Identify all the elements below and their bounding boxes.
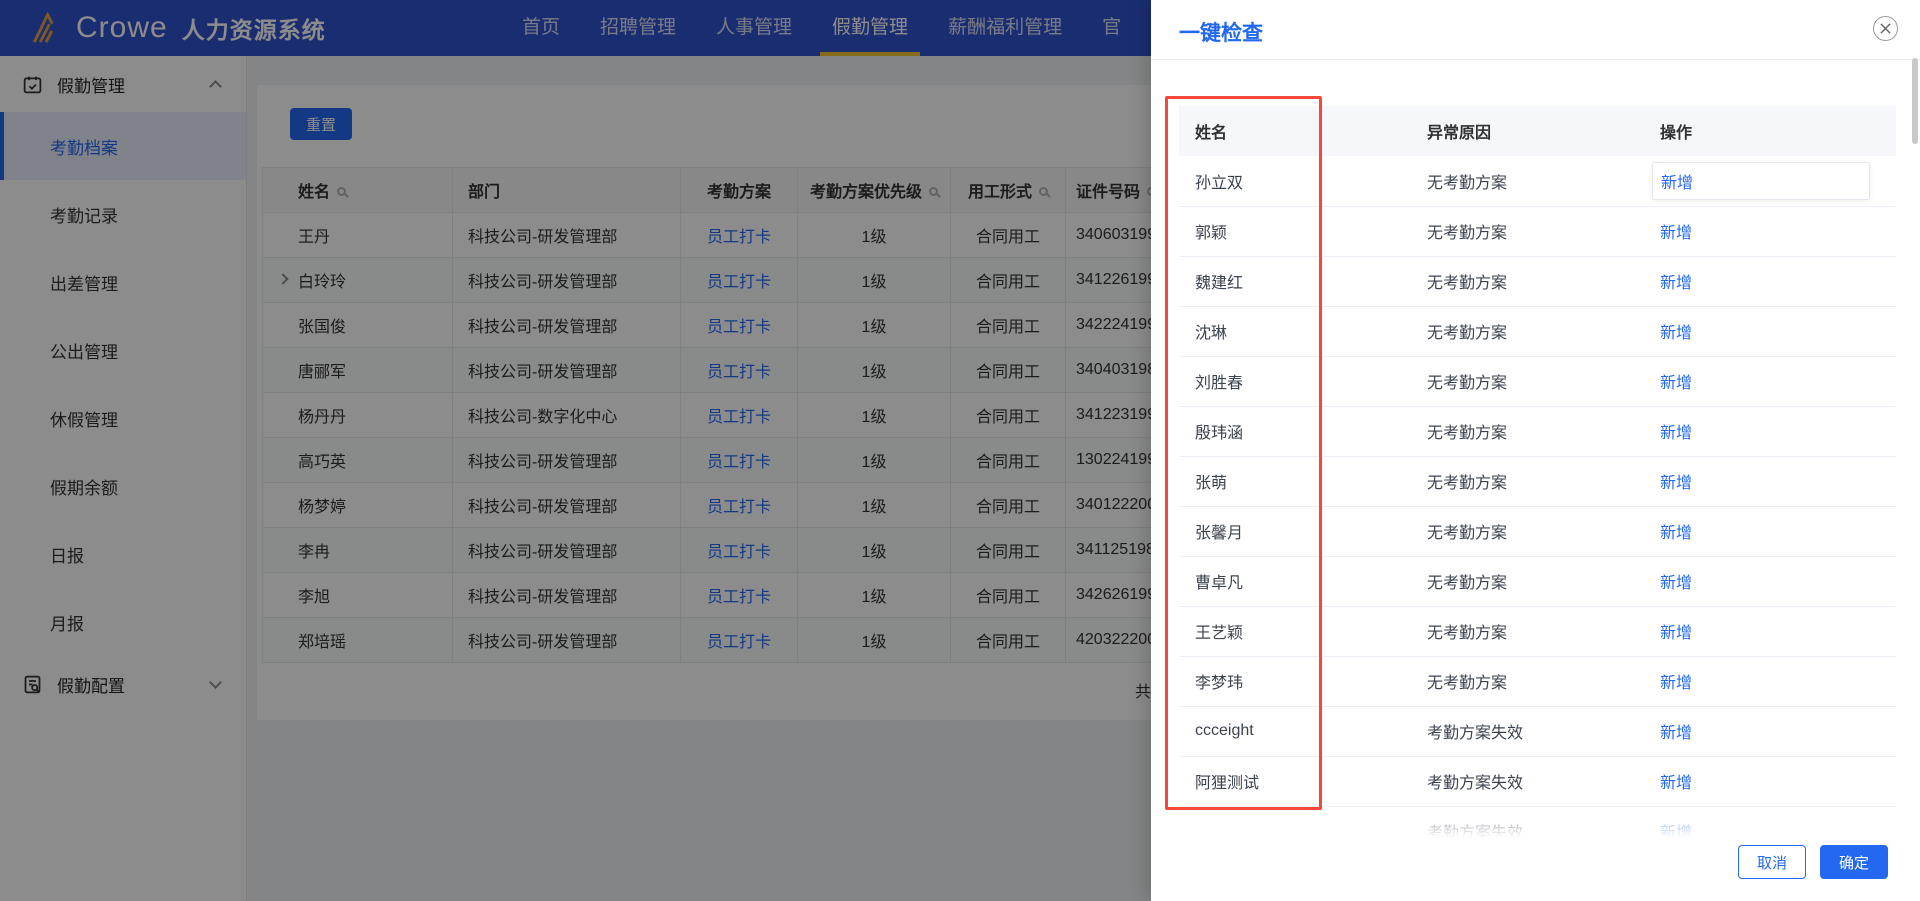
cell-reason: 无考勤方案 (1411, 306, 1644, 357)
cell-name: 张馨月 (1179, 506, 1411, 557)
anomaly-row: 王艺颖 无考勤方案 新增 (1179, 606, 1896, 657)
app-root: Crowe 人力资源系统 首页 招聘管理 人事管理 假勤管理 薪酬福利管理官 假勤管理 … (0, 0, 1920, 901)
cell-name: 曹卓凡 (1179, 556, 1411, 607)
cell-action: 新增 (1644, 606, 1896, 657)
cell-action: 新增 (1644, 306, 1896, 357)
anomaly-table: 姓名 异常原因 操作 孙立双 无考勤方案 新增 郭颖 无考勤方案 新增 魏建红 无考勤方案 新增 沈琳… (1179, 106, 1896, 857)
add-plan-link[interactable]: 新增 (1660, 475, 1692, 492)
drawer-title: 一键检查 (1179, 22, 1263, 45)
anomaly-row: ccceight 考勤方案失效 新增 (1179, 706, 1896, 757)
add-plan-link[interactable]: 新增 (1660, 525, 1692, 542)
anomaly-column-header-1: 异常原因 (1411, 106, 1644, 156)
add-plan-link[interactable]: 新增 (1660, 775, 1692, 792)
anomaly-row: 张萌 无考勤方案 新增 (1179, 456, 1896, 507)
anomaly-row: 魏建红 无考勤方案 新增 (1179, 256, 1896, 307)
cell-reason: 无考勤方案 (1411, 256, 1644, 307)
cell-reason: 无考勤方案 (1411, 356, 1644, 407)
cell-reason: 无考勤方案 (1411, 606, 1644, 657)
cell-reason: 考勤方案失效 (1411, 756, 1644, 807)
cell-name: 魏建红 (1179, 256, 1411, 307)
anomaly-table-body: 孙立双 无考勤方案 新增 郭颖 无考勤方案 新增 魏建红 无考勤方案 新增 沈琳 无考勤方案 新增 刘胜… (1179, 156, 1896, 857)
add-plan-link[interactable]: 新增 (1660, 725, 1692, 742)
cell-name: 阿狸测试 (1179, 756, 1411, 807)
cell-reason: 无考勤方案 (1411, 156, 1644, 207)
cell-action: 新增 (1644, 456, 1896, 507)
cell-action: 新增 (1644, 406, 1896, 457)
anomaly-header-row: 姓名 异常原因 操作 (1179, 106, 1896, 156)
add-plan-link[interactable]: 新增 (1661, 169, 1693, 193)
add-plan-link[interactable]: 新增 (1660, 325, 1692, 342)
anomaly-row: 张馨月 无考勤方案 新增 (1179, 506, 1896, 557)
anomaly-row: 曹卓凡 无考勤方案 新增 (1179, 556, 1896, 607)
drawer-header: 一键检查 (1151, 0, 1920, 60)
confirm-button[interactable]: 确定 (1820, 845, 1888, 879)
cell-name: 殷玮涵 (1179, 406, 1411, 457)
cell-reason: 无考勤方案 (1411, 456, 1644, 507)
one-click-check-drawer: 一键检查 姓名 异常原因 操作 孙立双 无考勤方案 新增 郭颖 无考勤方案 新增 魏建红 无考勤方… (1151, 0, 1920, 901)
cell-name: 刘胜春 (1179, 356, 1411, 407)
add-plan-link[interactable]: 新增 (1660, 425, 1692, 442)
cell-name: 孙立双 (1179, 156, 1411, 207)
cell-reason: 无考勤方案 (1411, 656, 1644, 707)
add-plan-link[interactable]: 新增 (1660, 275, 1692, 292)
drawer-footer: 取消 确定 (1151, 838, 1920, 901)
anomaly-row: 沈琳 无考勤方案 新增 (1179, 306, 1896, 357)
anomaly-row: 孙立双 无考勤方案 新增 (1179, 156, 1896, 207)
cell-name: 李梦玮 (1179, 656, 1411, 707)
anomaly-row: 阿狸测试 考勤方案失效 新增 (1179, 756, 1896, 807)
anomaly-row: 李梦玮 无考勤方案 新增 (1179, 656, 1896, 707)
close-icon[interactable] (1873, 16, 1898, 41)
cell-name: 沈琳 (1179, 306, 1411, 357)
cell-name: 郭颖 (1179, 206, 1411, 257)
cell-reason: 考勤方案失效 (1411, 706, 1644, 757)
cell-action: 新增 (1644, 206, 1896, 257)
scrollbar-thumb[interactable] (1912, 58, 1918, 144)
cancel-button[interactable]: 取消 (1738, 845, 1806, 879)
add-plan-link[interactable]: 新增 (1660, 625, 1692, 642)
highlighted-action-box: 新增 (1652, 161, 1870, 200)
cell-name: 王艺颖 (1179, 606, 1411, 657)
cell-name: ccceight (1179, 706, 1411, 757)
anomaly-row: 郭颖 无考勤方案 新增 (1179, 206, 1896, 257)
cell-action: 新增 (1644, 656, 1896, 707)
cell-reason: 无考勤方案 (1411, 206, 1644, 257)
anomaly-row: 刘胜春 无考勤方案 新增 (1179, 356, 1896, 407)
cell-reason: 无考勤方案 (1411, 556, 1644, 607)
add-plan-link[interactable]: 新增 (1660, 575, 1692, 592)
cell-name: 张萌 (1179, 456, 1411, 507)
add-plan-link[interactable]: 新增 (1660, 225, 1692, 242)
add-plan-link[interactable]: 新增 (1660, 675, 1692, 692)
cell-action: 新增 (1644, 506, 1896, 557)
cell-action: 新增 (1644, 706, 1896, 757)
cell-action: 新增 (1644, 556, 1896, 607)
anomaly-column-header-2: 操作 (1644, 106, 1896, 156)
cell-action: 新增 (1644, 156, 1896, 207)
cell-reason: 无考勤方案 (1411, 406, 1644, 457)
anomaly-row: 殷玮涵 无考勤方案 新增 (1179, 406, 1896, 457)
cell-action: 新增 (1644, 756, 1896, 807)
anomaly-column-header-0: 姓名 (1179, 106, 1411, 156)
cell-action: 新增 (1644, 356, 1896, 407)
cell-reason: 无考勤方案 (1411, 506, 1644, 557)
add-plan-link[interactable]: 新增 (1660, 375, 1692, 392)
cell-action: 新增 (1644, 256, 1896, 307)
drawer-mask[interactable] (0, 0, 1151, 901)
